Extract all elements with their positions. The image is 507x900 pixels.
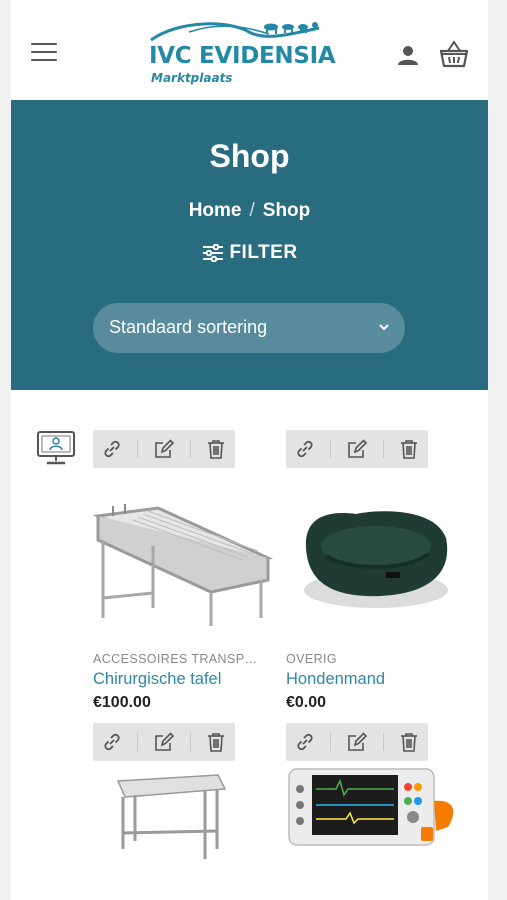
product-card: OVERIG Hondenmand €0.00 (286, 430, 466, 730)
product-name-link[interactable]: Chirurgische tafel (93, 670, 221, 689)
product-grid: ACCESSOIRES TRANSPO... Chirurgische tafe… (11, 390, 488, 900)
hamburger-menu-icon[interactable] (31, 43, 57, 63)
page: IVC EVIDENSIA Marktplaats Shop Home / Shop (11, 0, 488, 900)
desktop-user-icon[interactable] (37, 430, 75, 466)
breadcrumb-separator: / (249, 200, 255, 221)
product-image-steel-table[interactable] (93, 761, 273, 900)
logo-subtitle: Marktplaats (151, 71, 233, 85)
product-category: ACCESSOIRES TRANSPO... (93, 652, 265, 666)
breadcrumb: Home / Shop (11, 200, 488, 222)
filter-label: FILTER (229, 242, 298, 263)
trash-icon[interactable] (204, 730, 228, 754)
site-header: IVC EVIDENSIA Marktplaats (11, 0, 488, 100)
product-image-surgical-table[interactable] (93, 468, 273, 628)
product-action-bar (286, 430, 428, 468)
product-card: ACCESSOIRES TRANSPO... Chirurgische tafe… (93, 430, 273, 730)
trash-icon[interactable] (397, 730, 421, 754)
logo-title: IVC EVIDENSIA (149, 43, 336, 69)
product-name-link[interactable]: Hondenmand (286, 670, 385, 689)
product-card (286, 723, 466, 900)
sort-selected-value: Standaard sortering (109, 317, 268, 337)
product-category: OVERIG (286, 652, 338, 666)
trash-icon[interactable] (397, 437, 421, 461)
breadcrumb-home-link[interactable]: Home (189, 200, 242, 221)
sort-select[interactable]: Standaard sortering (93, 303, 405, 353)
chevron-down-icon (379, 324, 389, 331)
edit-icon[interactable] (345, 730, 369, 754)
link-icon[interactable] (293, 730, 317, 754)
sliders-icon (202, 244, 223, 262)
product-action-bar (93, 430, 235, 468)
basket-icon[interactable] (439, 40, 469, 68)
product-image-dog-bed[interactable] (286, 468, 466, 628)
breadcrumb-current: Shop (262, 200, 311, 221)
site-logo[interactable]: IVC EVIDENSIA Marktplaats (149, 18, 336, 90)
logo-wave-icon (150, 22, 320, 42)
product-action-bar (286, 723, 428, 761)
product-image-patient-monitor[interactable] (286, 761, 466, 900)
user-icon[interactable] (397, 44, 419, 66)
edit-icon[interactable] (152, 730, 176, 754)
shop-hero: Shop Home / Shop FILTER Standaard sorterin… (11, 100, 488, 390)
product-price: €0.00 (286, 694, 327, 711)
link-icon[interactable] (100, 437, 124, 461)
trash-icon[interactable] (204, 437, 228, 461)
edit-icon[interactable] (152, 437, 176, 461)
product-card (93, 723, 273, 900)
edit-icon[interactable] (345, 437, 369, 461)
product-price: €100.00 (93, 694, 151, 711)
link-icon[interactable] (293, 437, 317, 461)
product-action-bar (93, 723, 235, 761)
filter-button[interactable]: FILTER (201, 242, 297, 264)
page-title: Shop (209, 138, 290, 174)
link-icon[interactable] (100, 730, 124, 754)
